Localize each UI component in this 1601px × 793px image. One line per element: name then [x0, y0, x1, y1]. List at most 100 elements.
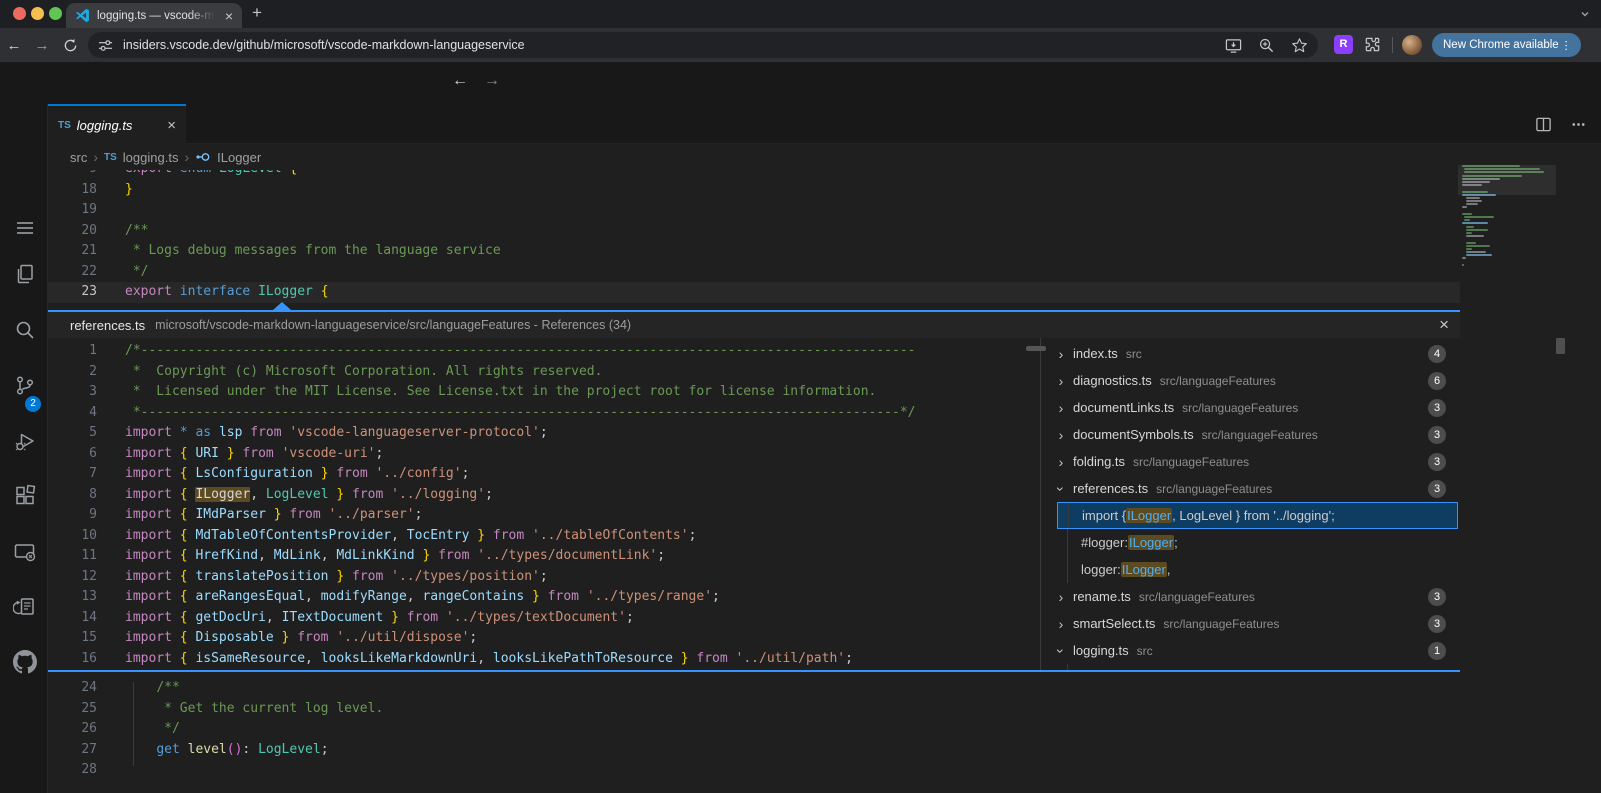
- split-editor-icon[interactable]: [1535, 116, 1552, 133]
- chevron-right-icon[interactable]: ›: [1053, 346, 1069, 362]
- address-bar[interactable]: insiders.vscode.dev/github/microsoft/vsc…: [88, 32, 1318, 58]
- line-number: 4: [48, 403, 125, 424]
- code-line[interactable]: 11import { HrefKind, MdLink, MdLinkKind …: [48, 546, 1040, 567]
- breadcrumb-file[interactable]: logging.ts: [123, 150, 179, 165]
- reference-file-row[interactable]: ›references.tssrc/languageFeatures3: [1041, 475, 1460, 502]
- code-line[interactable]: 10import { MdTableOfContentsProvider, To…: [48, 526, 1040, 547]
- code-line[interactable]: 4 *-------------------------------------…: [48, 403, 1040, 424]
- code-line[interactable]: 18}: [48, 180, 1460, 201]
- browser-tab[interactable]: logging.ts — vscode-markdow ×: [66, 3, 242, 28]
- reference-file-row[interactable]: ›diagnostics.tssrc/languageFeatures6: [1041, 367, 1460, 394]
- chevron-right-icon[interactable]: ›: [1053, 373, 1069, 389]
- breadcrumb-folder[interactable]: src: [70, 150, 87, 165]
- reference-item-row[interactable]: interface ILogger {: [1041, 664, 1460, 670]
- reference-item-row[interactable]: #logger: ILogger;: [1041, 529, 1460, 556]
- site-settings-icon[interactable]: [98, 38, 113, 53]
- reference-file-row[interactable]: ›index.tssrc4: [1041, 340, 1460, 367]
- code-line[interactable]: 23export interface ILogger {: [48, 282, 1460, 303]
- code-line[interactable]: 27 get level(): LogLevel;: [48, 740, 1460, 761]
- remote-explorer-icon[interactable]: [13, 540, 37, 564]
- chevron-right-icon[interactable]: ›: [1053, 616, 1069, 632]
- install-app-icon[interactable]: [1225, 37, 1242, 54]
- code-line[interactable]: 3 * Licensed under the MIT License. See …: [48, 382, 1040, 403]
- editor-code-bottom[interactable]: 24 /**25 * Get the current log level.26 …: [48, 672, 1460, 793]
- code-line[interactable]: 24 /**: [48, 678, 1460, 699]
- code-line[interactable]: 26 */: [48, 719, 1460, 740]
- code-line[interactable]: 28: [48, 760, 1460, 781]
- reference-item-row[interactable]: import { ILogger, LogLevel } from '../lo…: [1057, 502, 1458, 529]
- peek-code-editor[interactable]: 1/*-------------------------------------…: [48, 338, 1040, 670]
- chevron-right-icon[interactable]: ›: [1053, 589, 1069, 605]
- chevron-right-icon[interactable]: ›: [1053, 454, 1069, 470]
- browser-reload-button[interactable]: [56, 38, 84, 53]
- vscode-forward-button[interactable]: →: [484, 72, 500, 90]
- tab-search-chevron-icon[interactable]: [1579, 8, 1591, 20]
- minimap-viewport[interactable]: [1458, 165, 1556, 195]
- browser-tab-close-icon[interactable]: ×: [225, 9, 233, 23]
- vscode-favicon: [75, 8, 90, 23]
- chevron-right-icon[interactable]: ›: [1053, 400, 1069, 416]
- browser-forward-button[interactable]: →: [28, 37, 56, 54]
- zoom-icon[interactable]: [1258, 37, 1275, 54]
- reference-file-row[interactable]: ›folding.tssrc/languageFeatures3: [1041, 448, 1460, 475]
- code-line[interactable]: 2 * Copyright (c) Microsoft Corporation.…: [48, 362, 1040, 383]
- code-line[interactable]: 14import { getDocUri, ITextDocument } fr…: [48, 608, 1040, 629]
- code-line[interactable]: 15import { Disposable } from '../util/di…: [48, 628, 1040, 649]
- new-tab-button[interactable]: +: [252, 3, 262, 23]
- mac-close-button[interactable]: [13, 7, 26, 20]
- code-line[interactable]: 22 */: [48, 262, 1460, 283]
- reference-file-row[interactable]: ›smartSelect.tssrc/languageFeatures3: [1041, 610, 1460, 637]
- editor-code-top[interactable]: 9export enum LogLevel {18}1920/**21 * Lo…: [48, 170, 1460, 310]
- code-line[interactable]: 8import { ILogger, LogLevel } from '../l…: [48, 485, 1040, 506]
- reference-file-row[interactable]: ›rename.tssrc/languageFeatures3: [1041, 583, 1460, 610]
- code-line[interactable]: 16import { isSameResource, looksLikeMark…: [48, 649, 1040, 670]
- code-line[interactable]: 6import { URI } from 'vscode-uri';: [48, 444, 1040, 465]
- code-line[interactable]: 7import { LsConfiguration } from '../con…: [48, 464, 1040, 485]
- editor-scrollbar[interactable]: [1556, 338, 1565, 354]
- editor-group: TS logging.ts × src › TS logging.ts › IL…: [48, 104, 1601, 793]
- reference-file-row[interactable]: ›logging.tssrc1: [1041, 637, 1460, 664]
- github-icon[interactable]: [13, 650, 37, 674]
- vscode-back-button[interactable]: ←: [452, 72, 468, 90]
- extensions-puzzle-icon[interactable]: [1363, 35, 1382, 54]
- chevron-down-icon[interactable]: ›: [1053, 481, 1069, 497]
- explorer-icon[interactable]: [13, 262, 37, 286]
- code-line[interactable]: 25 * Get the current log level.: [48, 699, 1460, 720]
- peek-editor-scrollbar[interactable]: [1026, 346, 1046, 351]
- editor-tab-close-icon[interactable]: ×: [167, 117, 176, 134]
- reference-count-badge: 4: [1428, 345, 1446, 363]
- r-extension-icon[interactable]: R: [1334, 35, 1353, 54]
- code-line[interactable]: 20/**: [48, 221, 1460, 242]
- editor-tab-logging[interactable]: TS logging.ts ×: [48, 104, 186, 144]
- run-debug-icon[interactable]: [13, 430, 37, 454]
- more-actions-icon[interactable]: [1570, 116, 1587, 133]
- profile-avatar[interactable]: [1402, 35, 1422, 55]
- source-control-icon[interactable]: [13, 374, 37, 398]
- chevron-right-icon[interactable]: ›: [1053, 427, 1069, 443]
- close-icon[interactable]: ×: [1439, 315, 1449, 335]
- minimap[interactable]: [1462, 165, 1552, 310]
- search-view-icon[interactable]: [13, 318, 37, 342]
- code-line[interactable]: 21 * Logs debug messages from the langua…: [48, 241, 1460, 262]
- code-line[interactable]: 13import { areRangesEqual, modifyRange, …: [48, 587, 1040, 608]
- bookmark-star-icon[interactable]: [1291, 37, 1308, 54]
- mac-minimize-button[interactable]: [31, 7, 44, 20]
- chrome-update-button[interactable]: New Chrome available …: [1432, 33, 1581, 57]
- breadcrumb-symbol[interactable]: ILogger: [217, 150, 261, 165]
- code-line[interactable]: 1/*-------------------------------------…: [48, 341, 1040, 362]
- menu-icon[interactable]: [13, 216, 37, 240]
- code-line[interactable]: 19: [48, 200, 1460, 221]
- reference-file-row[interactable]: ›documentSymbols.tssrc/languageFeatures3: [1041, 421, 1460, 448]
- code-line[interactable]: 9export enum LogLevel {: [48, 170, 1460, 180]
- code-line[interactable]: 9import { IMdParser } from '../parser';: [48, 505, 1040, 526]
- file-sync-icon[interactable]: [13, 595, 37, 619]
- reference-item-row[interactable]: logger: ILogger,: [1041, 556, 1460, 583]
- mac-zoom-button[interactable]: [49, 7, 62, 20]
- code-line[interactable]: 5import * as lsp from 'vscode-languagese…: [48, 423, 1040, 444]
- chevron-down-icon[interactable]: ›: [1053, 643, 1069, 659]
- reference-file-row[interactable]: ›documentLinks.tssrc/languageFeatures3: [1041, 394, 1460, 421]
- code-line[interactable]: 12import { translatePosition } from '../…: [48, 567, 1040, 588]
- extensions-view-icon[interactable]: [13, 484, 37, 508]
- browser-back-button[interactable]: ←: [0, 37, 28, 54]
- chrome-menu-icon[interactable]: …: [1562, 40, 1576, 51]
